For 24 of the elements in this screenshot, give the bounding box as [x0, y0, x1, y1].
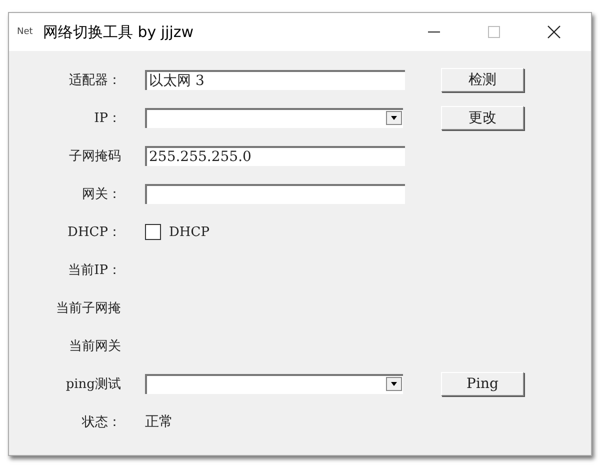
dropdown-field[interactable] — [145, 374, 403, 394]
dropdown-field[interactable] — [145, 108, 403, 128]
field-label: DHCP： — [68, 224, 121, 241]
window-title: 网络切换工具 by jjjzw — [43, 22, 195, 42]
checkbox-label: DHCP — [169, 224, 210, 240]
input-field[interactable]: 以太网 3 — [145, 70, 405, 90]
close-icon[interactable] — [547, 25, 561, 39]
app-icon: Net — [17, 27, 43, 37]
input-field[interactable] — [145, 184, 405, 204]
field-label: 子网掩码 — [69, 148, 121, 165]
action-button[interactable]: 检测 — [441, 68, 524, 92]
input-field[interactable]: 255.255.255.0 — [145, 146, 405, 166]
field-label: 当前子网掩 — [56, 300, 121, 317]
status-value: 正常 — [145, 413, 173, 431]
field-label: IP： — [94, 110, 121, 127]
action-button[interactable]: 更改 — [441, 106, 524, 130]
field-label: 适配器： — [69, 72, 121, 89]
field-label: ping测试 — [66, 376, 121, 393]
field-label: 状态： — [82, 414, 121, 431]
field-label: 当前IP： — [68, 262, 121, 279]
dhcp-checkbox[interactable] — [145, 224, 161, 240]
field-label: 网关： — [82, 186, 121, 203]
field-label: 当前网关 — [69, 338, 121, 355]
action-button[interactable]: Ping — [441, 372, 524, 396]
